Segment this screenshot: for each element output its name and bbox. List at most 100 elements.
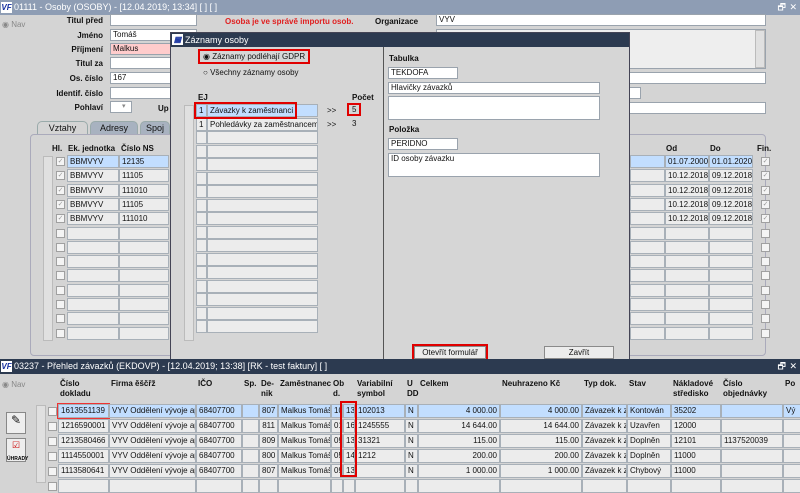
tab-adresy[interactable]: Adresy [90, 121, 138, 135]
record-name-cell[interactable] [207, 239, 318, 252]
edit-document-icon[interactable]: ✎ [6, 412, 26, 434]
record-name-cell[interactable] [207, 212, 318, 225]
od-cell[interactable]: 10.12.2018 [665, 212, 709, 226]
ek-cell[interactable] [67, 269, 119, 283]
ns-cell[interactable] [119, 240, 169, 254]
record-name-cell[interactable] [207, 171, 318, 185]
close-icon[interactable]: ✕ [789, 359, 797, 374]
denik-cell[interactable] [259, 479, 278, 493]
ej-cell[interactable] [196, 131, 207, 144]
row-cell[interactable] [630, 312, 665, 326]
record-name-cell[interactable] [207, 158, 318, 171]
stav-cell[interactable] [627, 479, 671, 493]
ej-cell[interactable]: 1 [196, 117, 207, 131]
typ-dok-cell[interactable]: Závazek k z [582, 464, 627, 478]
od-cell[interactable]: 01.07.2000 [665, 155, 709, 168]
celkem-cell[interactable]: 4 000.00 [418, 404, 500, 418]
cislo-dokladu-cell[interactable] [58, 479, 109, 493]
od-cell[interactable] [665, 226, 709, 240]
ek-cell[interactable] [67, 326, 119, 340]
row-cell[interactable] [630, 226, 665, 240]
field-input[interactable] [110, 14, 197, 26]
primary-checkbox[interactable] [56, 257, 65, 267]
record-name-cell[interactable] [207, 225, 318, 239]
record-name-cell[interactable]: Pohledávky za zaměstnancem [207, 117, 318, 131]
open-form-button[interactable]: Otevřít formulář [412, 344, 488, 361]
stav-cell[interactable]: Chybový [627, 464, 671, 478]
sp-cell[interactable] [242, 419, 259, 433]
row-cell[interactable] [630, 197, 665, 211]
row-checkbox[interactable] [48, 437, 57, 446]
celkem-cell[interactable]: 115.00 [418, 434, 500, 448]
row-checkbox[interactable] [48, 452, 57, 461]
ico-cell[interactable]: 68407700 [196, 419, 242, 433]
primary-checkbox[interactable]: ✓ [56, 199, 65, 209]
row-cell[interactable] [630, 269, 665, 283]
record-name-cell[interactable] [207, 306, 318, 320]
firma-cell[interactable]: VYV Oddělení vývoje apl [109, 434, 196, 448]
primary-checkbox[interactable] [56, 242, 65, 252]
do-cell[interactable]: 01.01.2020 [709, 155, 753, 168]
celkem-cell[interactable]: 200.00 [418, 449, 500, 463]
nakladove-stredisko-cell[interactable]: 11000 [671, 449, 721, 463]
fin-checkbox[interactable] [761, 242, 770, 252]
ns-cell[interactable] [119, 298, 169, 311]
row-cell[interactable] [630, 212, 665, 226]
record-name-cell[interactable] [207, 279, 318, 293]
fin-checkbox[interactable]: ✓ [761, 157, 770, 166]
do-cell[interactable] [709, 269, 753, 283]
stav-cell[interactable]: Doplněn [627, 449, 671, 463]
variabilni-symbol-cell[interactable] [355, 479, 405, 493]
ek-cell[interactable] [67, 255, 119, 269]
ek-cell[interactable]: BBMVYV [67, 183, 119, 197]
firma-cell[interactable]: VYV Oddělení vývoje apl [109, 419, 196, 433]
variabilni-symbol-cell[interactable]: 1212 [355, 449, 405, 463]
primary-checkbox[interactable] [56, 300, 65, 309]
zamestnanec-cell[interactable]: Malkus Tomáš [278, 449, 331, 463]
od-cell[interactable] [665, 240, 709, 254]
radio-all[interactable]: ○ Všechny záznamy osoby [203, 68, 299, 77]
ns-cell[interactable]: 111010 [119, 212, 169, 226]
stav-cell[interactable]: Kontován [627, 404, 671, 418]
cislo-objednavky-cell[interactable] [721, 419, 783, 433]
ico-cell[interactable]: 68407700 [196, 449, 242, 463]
zamestnanec-cell[interactable]: Malkus Tomáš [278, 434, 331, 448]
udd-cell[interactable]: N [405, 464, 418, 478]
cislo-dokladu-cell[interactable]: 1113580641 [58, 464, 109, 478]
cislo-objednavky-cell[interactable] [721, 464, 783, 478]
record-name-cell[interactable] [207, 144, 318, 158]
fin-checkbox[interactable] [761, 271, 770, 281]
primary-checkbox[interactable]: ✓ [56, 214, 65, 224]
celkem-cell[interactable]: 14 644.00 [418, 419, 500, 433]
od-cell[interactable] [665, 312, 709, 326]
neuhrazeno-cell[interactable]: 1 000.00 [500, 464, 582, 478]
ek-cell[interactable]: BBMVYV [67, 197, 119, 211]
od-cell[interactable]: 10.12.2018 [665, 183, 709, 197]
ek-cell[interactable] [67, 298, 119, 311]
organizace-input[interactable]: VYV [436, 14, 766, 26]
po-cell[interactable] [783, 449, 800, 463]
row-cell[interactable] [630, 283, 665, 297]
ns-cell[interactable] [119, 326, 169, 340]
tabulka-code[interactable]: TEKDOFA [388, 67, 458, 79]
po-cell[interactable] [783, 434, 800, 448]
ej-cell[interactable] [196, 198, 207, 212]
uhrady-button[interactable]: ☑ ÚHRADY [6, 438, 28, 462]
fin-checkbox[interactable]: ✓ [761, 185, 770, 195]
cislo-cell[interactable] [343, 479, 355, 493]
ns-cell[interactable]: 12135 [119, 155, 169, 168]
denik-cell[interactable]: 807 [259, 404, 278, 418]
denik-cell[interactable]: 809 [259, 434, 278, 448]
ej-cell[interactable] [196, 225, 207, 239]
cislo-objednavky-cell[interactable] [721, 404, 783, 418]
nav-button-bottom[interactable]: ◉ Nav [2, 380, 25, 389]
record-name-cell[interactable] [207, 131, 318, 144]
po-cell[interactable]: Vý [783, 404, 800, 418]
ns-cell[interactable]: 11105 [119, 197, 169, 211]
fin-checkbox[interactable] [761, 328, 770, 338]
primary-checkbox[interactable] [56, 328, 65, 338]
firma-cell[interactable]: VYV Oddělení vývoje apl [109, 449, 196, 463]
tab-vztahy[interactable]: Vztahy [37, 121, 88, 135]
ej-cell[interactable] [196, 212, 207, 225]
zamestnanec-cell[interactable]: Malkus Tomáš [278, 464, 331, 478]
